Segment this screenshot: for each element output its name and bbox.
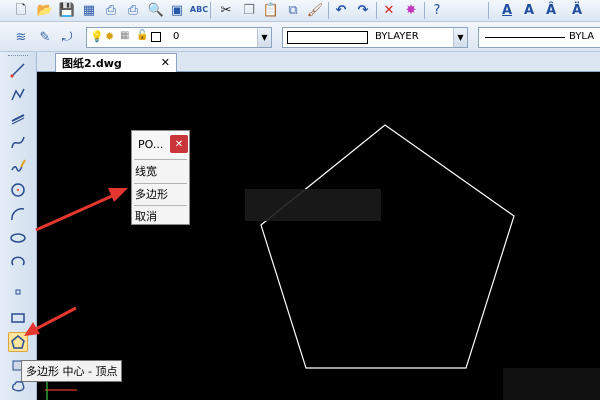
menu-item-cancel[interactable]: 取消 [132,205,189,227]
layer-name: 0 [173,31,180,42]
linetype-value: BYLA [569,31,595,42]
text-icon[interactable]: A [520,1,538,19]
popup-title: PO... [138,138,164,151]
tab-drawing[interactable]: 图纸2.dwg ✕ [55,53,177,72]
publish-icon[interactable]: ▣ [168,1,186,19]
layer-previous-icon[interactable]: ⤾ [58,28,76,46]
text-style-icon[interactable]: A [498,1,516,19]
open-folder-icon[interactable]: 📂 [36,1,54,19]
rectangle-icon[interactable] [8,308,28,328]
menu-item-polygon[interactable]: 多边形 [132,183,189,205]
pentagon-shape [260,124,515,369]
cut-icon[interactable]: ✂ [217,1,235,19]
polygon-icon [11,335,25,349]
save-as-icon[interactable]: ▦ [80,1,98,19]
linetype-dropdown[interactable]: BYLA [478,27,600,48]
viewport-freeze-icon: ▦ [120,30,130,41]
toolbar-separator [488,2,489,19]
sketch-icon[interactable] [8,156,28,176]
toolbar-separator [328,2,329,19]
print-icon[interactable]: ⎙ [102,1,120,19]
text-find-icon[interactable]: Ä [568,1,586,19]
multiline-icon[interactable] [8,108,28,128]
close-icon[interactable]: ✕ [170,135,188,153]
standard-toolbar: 🗋 📂 💾 ▦ ⎙ ⎙ 🔍 ▣ ABC ✂ ❐ 📋 ⧉ 🖌 ↶ ↷ ✕ ✸ ? … [0,0,600,22]
print-preview-icon[interactable]: 🔍 [147,1,165,19]
toolbar-grip [8,55,28,58]
layer-state-icon[interactable]: ✎ [36,28,54,46]
spell-check-icon[interactable]: ABC [190,1,208,19]
text-edit-icon[interactable]: Â [542,1,560,19]
ellipse-icon[interactable] [8,228,28,248]
layer-on-icon: 💡 [90,30,104,43]
polygon-button[interactable] [8,332,28,352]
color-dropdown[interactable]: BYLAYER ▼ [282,27,468,48]
drawing-canvas[interactable] [37,72,600,400]
color-value: BYLAYER [375,31,419,42]
explode-icon[interactable]: ✸ [402,1,420,19]
document-tab-bar: 图纸2.dwg ✕ [37,52,600,72]
blurred-overlay [245,189,381,221]
help-icon[interactable]: ? [428,1,446,19]
ellipse-arc-icon[interactable] [8,252,28,272]
arc-icon[interactable] [8,204,28,224]
plot-icon[interactable]: ⎙ [124,1,142,19]
tooltip: 多边形 中心 - 顶点 [21,360,123,382]
save-icon[interactable]: 💾 [58,1,76,19]
properties-toolbar: ≋ ✎ ⤾ 💡 ✹ ▦ 🔓 0 ▼ BYLAYER ▼ BYLA [0,22,600,52]
chevron-down-icon[interactable]: ▼ [257,28,271,47]
command-options-popup: PO... ✕ 线宽 多边形 取消 [131,130,190,225]
layer-manager-icon[interactable]: ≋ [12,28,30,46]
polyline-icon[interactable] [8,84,28,104]
delete-icon[interactable]: ✕ [380,1,398,19]
lock-icon: 🔓 [136,30,149,41]
draw-toolbar [0,52,37,400]
layer-color-swatch [151,32,161,42]
redo-icon[interactable]: ↷ [354,1,372,19]
layer-thaw-icon: ✹ [105,30,115,43]
tab-label: 图纸2.dwg [62,57,122,70]
spline-icon[interactable] [8,132,28,152]
new-file-icon[interactable]: 🗋 [12,1,30,19]
layer-dropdown[interactable]: 💡 ✹ ▦ 🔓 0 ▼ [86,27,272,48]
color-swatch [287,31,368,44]
toolbar-separator [376,2,377,19]
paste-icon[interactable]: 📋 [262,1,280,19]
chevron-down-icon[interactable]: ▼ [453,28,467,47]
point-icon[interactable] [8,282,28,302]
match-properties-icon[interactable]: ⧉ [284,1,302,19]
popup-header: PO... ✕ [132,131,189,158]
line-icon[interactable] [8,60,28,80]
undo-icon[interactable]: ↶ [332,1,350,19]
circle-icon[interactable] [8,180,28,200]
brush-icon[interactable]: 🖌 [306,1,324,19]
blurred-overlay [503,368,600,400]
copy-icon[interactable]: ❐ [240,1,258,19]
linetype-preview [485,37,565,38]
toolbar-separator [210,2,211,19]
menu-item-lineweight[interactable]: 线宽 [132,160,189,182]
close-icon[interactable]: ✕ [161,56,170,69]
toolbar-separator [424,2,425,19]
